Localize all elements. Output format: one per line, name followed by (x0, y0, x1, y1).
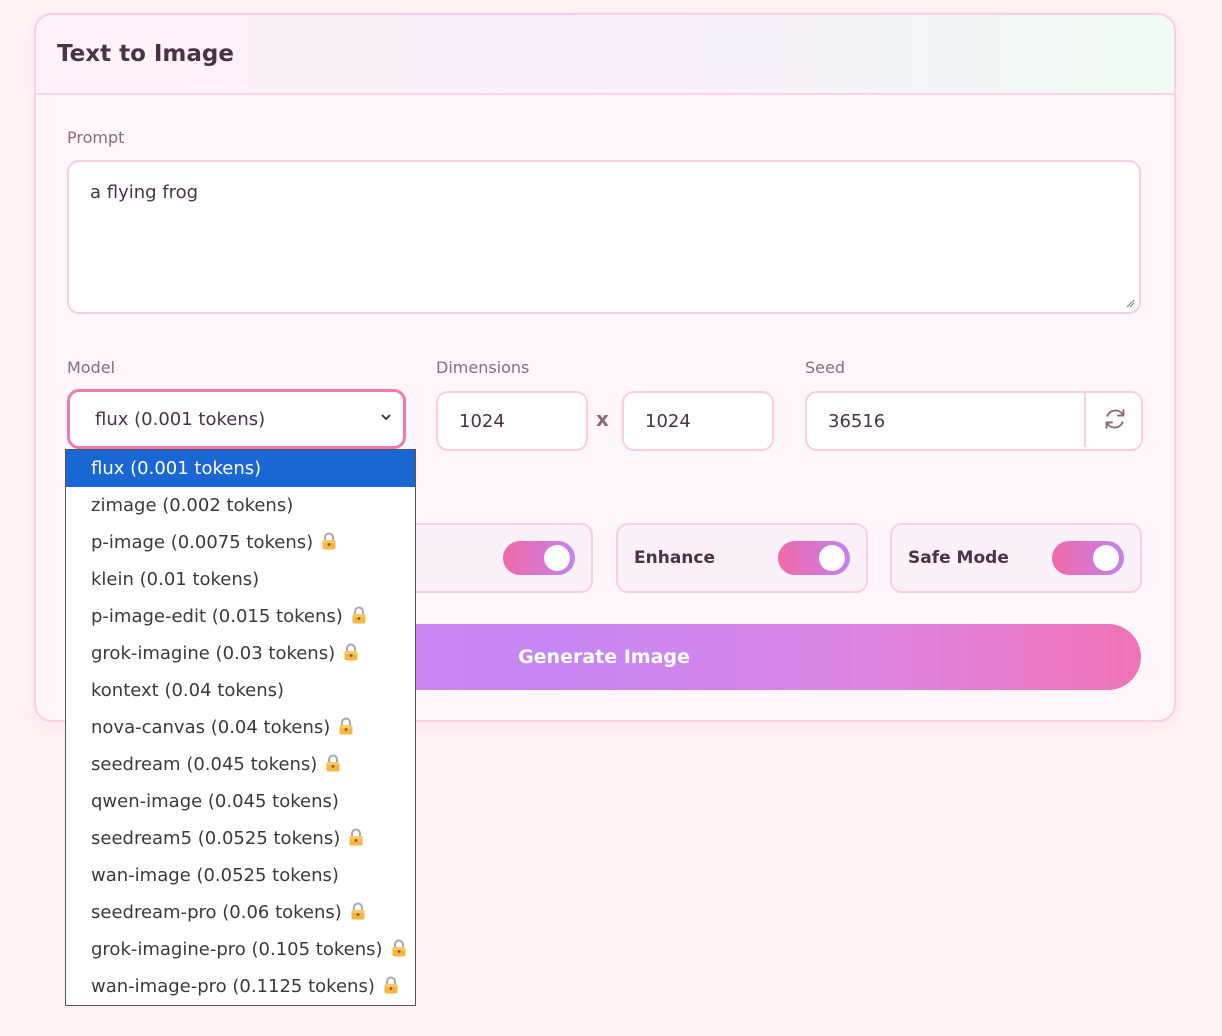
model-option[interactable]: p-image-edit (0.015 tokens) (66, 598, 415, 635)
model-option-label: wan-image (0.0525 tokens) (91, 865, 339, 886)
model-option-label: seedream5 (0.0525 tokens) (91, 828, 341, 849)
lock-icon (375, 976, 399, 997)
dimensions-label: Dimensions (436, 358, 530, 377)
lock-icon (313, 532, 337, 553)
model-option[interactable]: grok-imagine-pro (0.105 tokens) (66, 931, 415, 968)
enhance-label: Enhance (634, 548, 715, 568)
prompt-text: a flying frog (90, 182, 199, 203)
dimensions-separator: x (596, 407, 609, 431)
model-select[interactable]: flux (0.001 tokens) (67, 389, 406, 449)
model-option-label: grok-imagine-pro (0.105 tokens) (91, 939, 383, 960)
resize-grip-icon[interactable] (1125, 298, 1135, 308)
model-option[interactable]: flux (0.001 tokens) (66, 450, 415, 487)
safe-mode-toggle-card: Safe Mode (890, 523, 1142, 593)
lock-icon (317, 754, 341, 775)
model-option[interactable]: qwen-image (0.045 tokens) (66, 783, 415, 820)
lock-icon (383, 939, 407, 960)
model-option-label: nova-canvas (0.04 tokens) (91, 717, 331, 738)
model-option[interactable]: wan-image (0.0525 tokens) (66, 857, 415, 894)
model-option-label: qwen-image (0.045 tokens) (91, 791, 339, 812)
width-value: 1024 (459, 410, 505, 432)
enhance-toggle-switch[interactable] (778, 541, 850, 575)
seed-label: Seed (805, 358, 845, 377)
model-option[interactable]: kontext (0.04 tokens) (66, 672, 415, 709)
toggle-knob (1093, 545, 1119, 571)
prompt-textarea[interactable]: a flying frog (67, 160, 1141, 314)
toggle-knob (544, 545, 570, 571)
safe-mode-toggle-switch[interactable] (1052, 541, 1124, 575)
model-option-label: kontext (0.04 tokens) (91, 680, 285, 701)
model-option[interactable]: wan-image-pro (0.1125 tokens) (66, 968, 415, 1005)
width-input[interactable]: 1024 (436, 391, 588, 451)
prompt-label: Prompt (67, 128, 125, 147)
model-option[interactable]: seedream-pro (0.06 tokens) (66, 894, 415, 931)
model-option[interactable]: nova-canvas (0.04 tokens) (66, 709, 415, 746)
model-select-value: flux (0.001 tokens) (95, 408, 266, 430)
card-title: Text to Image (57, 41, 234, 67)
model-option-label: zimage (0.002 tokens) (91, 495, 294, 516)
chevron-down-icon (381, 414, 391, 421)
model-option[interactable]: p-image (0.0075 tokens) (66, 524, 415, 561)
lock-icon (340, 828, 364, 849)
card-header: Text to Image (36, 15, 1174, 95)
safe-mode-label: Safe Mode (908, 548, 1009, 568)
model-option[interactable]: seedream5 (0.0525 tokens) (66, 820, 415, 857)
seed-refresh-button[interactable] (1084, 391, 1143, 447)
model-dropdown-list[interactable]: flux (0.001 tokens) zimage (0.002 tokens)… (65, 449, 416, 1006)
seed-value: 36516 (828, 410, 886, 432)
model-option-label: seedream-pro (0.06 tokens) (91, 902, 342, 923)
toggle-knob (819, 545, 845, 571)
model-option-label: klein (0.01 tokens) (91, 569, 260, 590)
model-option-label: seedream (0.045 tokens) (91, 754, 318, 775)
first-toggle-switch[interactable] (503, 541, 575, 575)
height-input[interactable]: 1024 (622, 391, 774, 451)
model-option[interactable]: zimage (0.002 tokens) (66, 487, 415, 524)
model-option-label: p-image-edit (0.015 tokens) (91, 606, 343, 627)
lock-icon (335, 643, 359, 664)
model-option[interactable]: seedream (0.045 tokens) (66, 746, 415, 783)
model-option-label: grok-imagine (0.03 tokens) (91, 643, 336, 664)
refresh-icon (1105, 409, 1124, 429)
height-value: 1024 (645, 410, 691, 432)
model-option[interactable]: klein (0.01 tokens) (66, 561, 415, 598)
model-option-label: p-image (0.0075 tokens) (91, 532, 314, 553)
lock-icon (343, 606, 367, 627)
model-label: Model (67, 358, 116, 377)
lock-icon (342, 902, 366, 923)
enhance-toggle-card: Enhance (616, 523, 868, 593)
generate-image-label: Generate Image (518, 646, 690, 668)
lock-icon (330, 717, 354, 738)
model-option-label: flux (0.001 tokens) (91, 458, 262, 479)
model-option[interactable]: grok-imagine (0.03 tokens) (66, 635, 415, 672)
model-option-label: wan-image-pro (0.1125 tokens) (91, 976, 375, 997)
